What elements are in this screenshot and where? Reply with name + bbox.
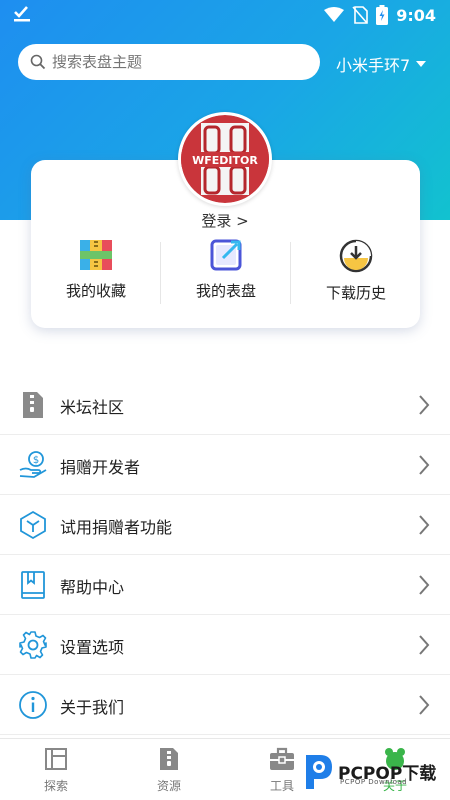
- check-download-icon: [14, 6, 30, 22]
- pcpop-watermark: PCPOP下载 PCPOP Download: [300, 748, 448, 794]
- download-history-button[interactable]: 下载历史: [291, 238, 421, 310]
- status-bar: 9:04: [0, 0, 450, 30]
- chevron-right-icon: [419, 515, 430, 535]
- chevron-right-icon: [419, 575, 430, 595]
- svg-text:WFEDITOR: WFEDITOR: [192, 154, 258, 167]
- chevron-right-icon: [419, 395, 430, 415]
- donate-icon: $: [19, 451, 47, 478]
- pcpop-logo-icon: [306, 755, 332, 789]
- avatar[interactable]: WFEDITOR: [178, 112, 272, 206]
- menu-label: 捐赠开发者: [60, 458, 141, 477]
- menu-label: 米坛社区: [60, 398, 125, 417]
- battery-icon: [376, 5, 389, 25]
- resource-icon: [160, 748, 178, 770]
- device-name: 小米手环7: [336, 56, 411, 75]
- watermark-sub: PCPOP Download: [340, 778, 408, 786]
- my-dials-button[interactable]: 我的表盘: [161, 238, 291, 310]
- info-icon: [19, 691, 47, 719]
- toolbox-icon: [270, 747, 294, 770]
- menu-item-community[interactable]: 米坛社区: [0, 375, 450, 435]
- tab-explore[interactable]: 探索: [26, 747, 86, 794]
- menu-label: 设置选项: [60, 638, 125, 657]
- menu-item-help-center[interactable]: 帮助中心: [0, 555, 450, 615]
- settings-menu: 米坛社区 $ 捐赠开发者 试用捐赠者功能 帮助中心 设置选项 关于我们: [0, 375, 450, 735]
- svg-text:$: $: [33, 455, 39, 466]
- menu-item-trial-features[interactable]: 试用捐赠者功能: [0, 495, 450, 555]
- search-bar[interactable]: [18, 44, 320, 80]
- download-history-icon: [339, 239, 373, 273]
- community-icon: [23, 392, 43, 418]
- chevron-right-icon: [419, 455, 430, 475]
- status-time: 9:04: [396, 5, 436, 25]
- download-history-label: 下载历史: [325, 284, 386, 302]
- tab-resources[interactable]: 资源: [139, 747, 199, 794]
- no-signal-icon: [352, 6, 369, 24]
- search-input[interactable]: [52, 53, 292, 71]
- menu-item-settings[interactable]: 设置选项: [0, 615, 450, 675]
- menu-label: 关于我们: [60, 698, 125, 717]
- cube-icon: [20, 510, 46, 540]
- book-icon: [21, 571, 45, 599]
- favorites-label: 我的收藏: [65, 282, 126, 300]
- menu-item-donate[interactable]: $ 捐赠开发者: [0, 435, 450, 495]
- menu-label: 帮助中心: [60, 578, 125, 597]
- chevron-right-icon: [419, 635, 430, 655]
- edit-dial-icon: [210, 239, 242, 271]
- device-selector[interactable]: 小米手环7: [336, 52, 427, 76]
- login-link[interactable]: 登录 >: [0, 210, 450, 231]
- chevron-down-icon: [416, 61, 427, 67]
- my-dials-label: 我的表盘: [195, 282, 256, 300]
- chevron-right-icon: [419, 695, 430, 715]
- wifi-icon: [324, 7, 345, 22]
- archive-icon: [80, 240, 112, 270]
- explore-icon: [45, 748, 67, 770]
- wfeditor-logo: WFEDITOR: [181, 115, 269, 203]
- menu-label: 试用捐赠者功能: [60, 518, 173, 537]
- gear-icon: [19, 631, 47, 659]
- search-icon: [30, 54, 46, 70]
- favorites-button[interactable]: 我的收藏: [31, 238, 161, 310]
- tab-label: 探索: [43, 779, 68, 793]
- menu-item-about-us[interactable]: 关于我们: [0, 675, 450, 735]
- tab-label: 资源: [156, 779, 181, 793]
